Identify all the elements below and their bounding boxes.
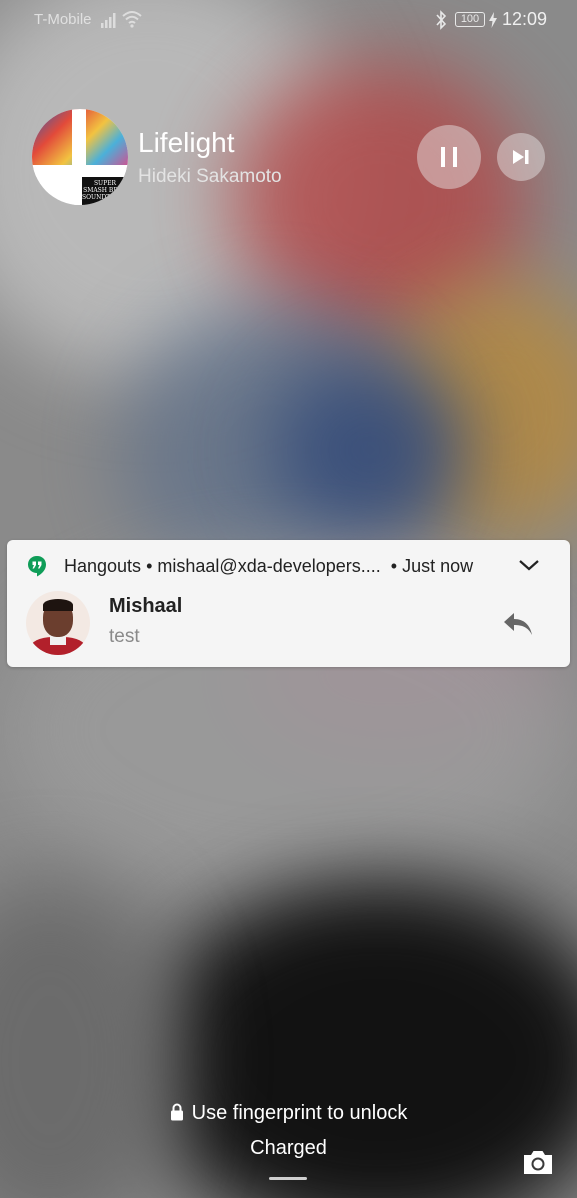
unlock-hint-text: Use fingerprint to unlock	[191, 1102, 408, 1124]
charging-icon	[489, 12, 497, 28]
notification-account: mishaal@xda-developers....	[157, 556, 381, 576]
album-art: SUPER SMASH BROS SOUNDTRACK	[32, 109, 128, 205]
home-indicator[interactable]	[269, 1177, 307, 1180]
reply-icon[interactable]	[502, 611, 534, 637]
skip-next-button[interactable]	[497, 133, 545, 181]
clock: 12:09	[502, 9, 548, 29]
signal-icon	[101, 13, 116, 28]
album-logo-text: SUPER SMASH BROS SOUNDTRACK	[82, 177, 128, 205]
sender-avatar	[26, 591, 90, 655]
pause-button[interactable]	[417, 125, 481, 189]
lock-icon	[170, 1103, 183, 1121]
notification-header: Hangouts • mishaal@xda-developers.... • …	[64, 556, 474, 576]
charge-status: Charged	[250, 1137, 327, 1159]
hangouts-icon	[28, 556, 46, 577]
track-title: Lifelight	[138, 127, 235, 158]
notification-sender: Mishaal	[109, 595, 183, 617]
hangouts-notification[interactable]: Hangouts • mishaal@xda-developers.... • …	[7, 540, 570, 667]
pause-icon	[441, 147, 457, 167]
chevron-down-icon[interactable]	[518, 557, 540, 573]
camera-icon[interactable]	[521, 1147, 555, 1177]
status-bar: T-Mobile 100 12:09	[0, 0, 577, 40]
notification-time: Just now	[402, 556, 474, 576]
fingerprint-unlock-hint: Use fingerprint to unlock	[0, 1102, 577, 1125]
track-artist: Hideki Sakamoto	[138, 166, 282, 187]
skip-next-icon	[513, 150, 529, 164]
wifi-icon	[122, 11, 142, 28]
notification-app-name: Hangouts	[64, 556, 142, 576]
carrier-label: T-Mobile	[34, 11, 92, 28]
notification-message: test	[109, 626, 140, 647]
battery-icon: 100	[455, 12, 485, 27]
bluetooth-icon	[436, 10, 447, 30]
